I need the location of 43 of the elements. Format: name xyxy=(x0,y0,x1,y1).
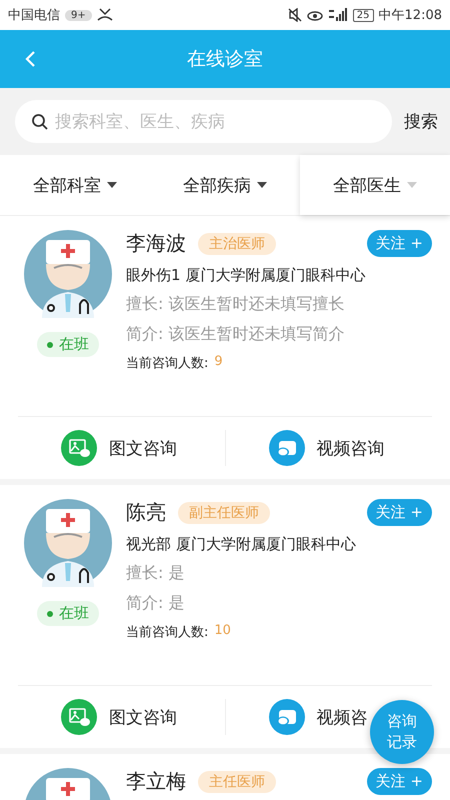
consult-option[interactable]: 图文咨询 xyxy=(61,430,177,466)
page-title: 在线诊室 xyxy=(187,47,263,72)
department-text: 视光部 厦门大学附属厦门眼科中心 xyxy=(126,535,357,554)
back-icon[interactable] xyxy=(24,50,36,68)
caret-icon xyxy=(107,182,117,188)
on-duty-badge: 在班 xyxy=(37,332,99,357)
search-icon xyxy=(31,113,49,131)
consult-count: 10 xyxy=(214,623,231,640)
consult-count: 9 xyxy=(214,354,223,371)
consult-option[interactable]: 图文咨询 xyxy=(61,699,177,735)
picture-chat-icon xyxy=(61,430,97,466)
search-button[interactable]: 搜索 xyxy=(402,110,440,133)
consult-option[interactable]: 视频咨询 xyxy=(268,430,384,466)
doctor-name: 李立梅 xyxy=(126,768,186,795)
mute-icon xyxy=(288,8,302,22)
intro-text: 简介: 该医生暂时还未填写简介 xyxy=(126,324,346,345)
video-chat-icon xyxy=(268,699,304,735)
specialty-text: 擅长: 是 xyxy=(126,563,186,584)
doctor-title-tag: 主治医师 xyxy=(198,232,276,254)
missed-call-icon xyxy=(96,8,113,22)
clock-time: 中午12:08 xyxy=(378,7,442,24)
doctor-title-tag: 副主任医师 xyxy=(178,502,270,524)
carrier-name: 中国电信 xyxy=(8,7,60,24)
eye-icon xyxy=(306,9,323,21)
consult-count-label: 当前咨询人数: xyxy=(126,355,208,372)
caret-icon xyxy=(407,182,417,188)
consult-option[interactable]: 视频咨 xyxy=(268,699,368,735)
consult-count-label: 当前咨询人数: xyxy=(126,624,208,641)
specialty-text: 擅长: 该医生暂时还未填写擅长 xyxy=(126,294,346,315)
intro-text: 简介: 是 xyxy=(126,593,186,614)
video-chat-icon xyxy=(268,430,304,466)
on-duty-badge: 在班 xyxy=(37,601,99,626)
picture-chat-icon xyxy=(61,699,97,735)
doctor-title-tag: 主任医师 xyxy=(198,770,276,792)
notification-badge: 9+ xyxy=(65,10,92,20)
signal-icon xyxy=(328,8,348,22)
caret-icon xyxy=(257,182,267,188)
search-field[interactable]: 搜索科室、医生、疾病 xyxy=(15,100,392,143)
battery-level: 25 xyxy=(352,8,374,22)
department-text: 眼外伤1 厦门大学附属厦门眼科中心 xyxy=(126,266,366,285)
filter-dropdown[interactable]: 全部医生 xyxy=(300,155,450,215)
doctor-name: 李海波 xyxy=(126,230,186,257)
doctor-name: 陈亮 xyxy=(126,499,166,526)
